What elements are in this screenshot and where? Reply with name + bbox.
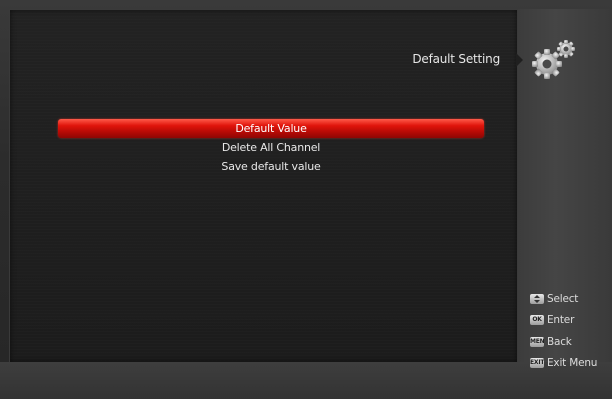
exit-key-icon: EXIT bbox=[530, 358, 544, 369]
legend-enter: OK Enter bbox=[530, 310, 597, 332]
ok-key-icon: OK bbox=[530, 315, 544, 326]
settings-menu: Default Value Delete All Channel Save de… bbox=[58, 119, 484, 176]
legend-select: Select bbox=[530, 288, 597, 310]
key-legend: Select OK Enter MENU Back EXIT Exit Menu bbox=[530, 288, 597, 374]
legend-label: Select bbox=[547, 292, 579, 305]
legend-back: MENU Back bbox=[530, 331, 597, 353]
tv-screen: Default Setting Default Value Delete All… bbox=[0, 0, 612, 399]
legend-label: Back bbox=[547, 335, 572, 348]
bottom-bar bbox=[0, 362, 612, 399]
gears-icon bbox=[532, 40, 575, 79]
legend-label: Exit Menu bbox=[547, 357, 598, 370]
menu-key-icon: MENU bbox=[530, 336, 544, 347]
legend-exit: EXIT Exit Menu bbox=[530, 353, 597, 375]
page-title: Default Setting bbox=[412, 52, 500, 66]
title-pointer bbox=[516, 53, 523, 67]
legend-label: Enter bbox=[547, 314, 575, 327]
menu-item-save-default-value[interactable]: Save default value bbox=[58, 157, 484, 176]
menu-item-default-value[interactable]: Default Value bbox=[58, 119, 484, 138]
menu-item-delete-all-channel[interactable]: Delete All Channel bbox=[58, 138, 484, 157]
up-down-key-icon bbox=[530, 293, 544, 304]
